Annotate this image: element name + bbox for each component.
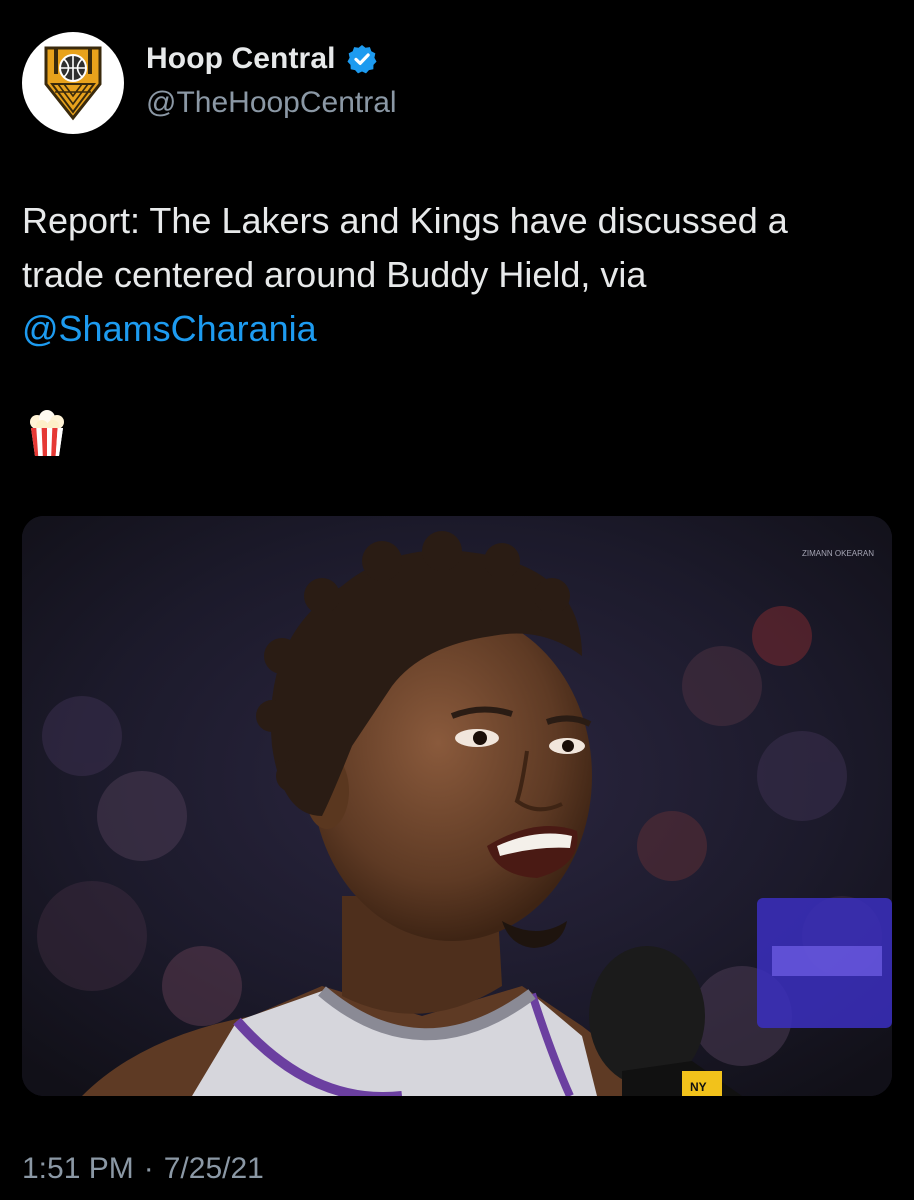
author-display-name[interactable]: Hoop Central [146, 42, 336, 76]
player-photo-image: ZIMANN OKEARAN NY [22, 516, 892, 1096]
hoop-central-logo-icon [44, 46, 102, 121]
tweet-date[interactable]: 7/25/21 [164, 1152, 264, 1186]
author-handle[interactable]: @TheHoopCentral [146, 86, 397, 120]
verified-badge-icon [346, 43, 378, 75]
tweet-text-line: trade centered around Buddy Hield, via [22, 254, 647, 295]
mention-link[interactable]: @ShamsCharania [22, 302, 892, 356]
meta-separator: · [143, 1152, 154, 1185]
tweet-text-line: Report: The Lakers and Kings have discus… [22, 200, 788, 241]
author-name-row[interactable]: Hoop Central [146, 42, 378, 76]
tweet-time[interactable]: 1:51 PM [22, 1152, 134, 1186]
watermark-text: ZIMANN OKEARAN [802, 549, 874, 558]
author-avatar[interactable] [22, 32, 124, 134]
tweet-meta: 1:51 PM · 7/25/21 [22, 1152, 264, 1186]
tweet-text: Report: The Lakers and Kings have discus… [22, 194, 892, 356]
popcorn-icon [30, 410, 64, 456]
tweet-card: Hoop Central @TheHoopCentral Report: The… [0, 0, 914, 1200]
mic-flag-text: NY [690, 1080, 707, 1094]
tweet-media-image[interactable]: ZIMANN OKEARAN NY [22, 516, 892, 1096]
